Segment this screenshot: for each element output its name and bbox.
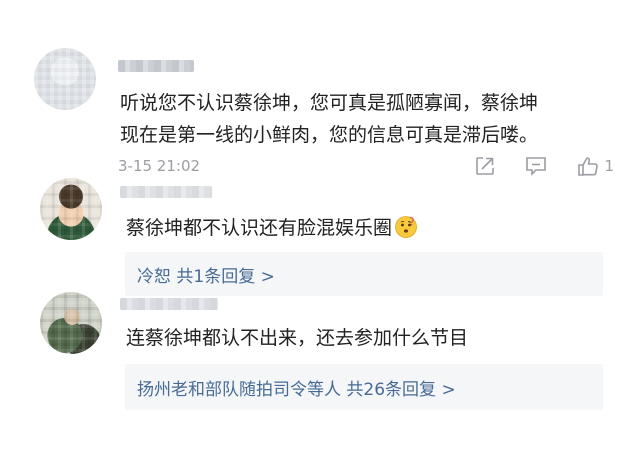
avatar[interactable] — [40, 178, 102, 240]
username-blurred[interactable] — [118, 60, 194, 72]
username-blurred[interactable] — [120, 186, 212, 198]
comment-line: 现在是第一线的小鲜肉，您的信息可真是滞后喽。 — [120, 124, 539, 146]
like-count: 1 — [604, 157, 614, 175]
like-button[interactable]: 1 — [576, 155, 614, 177]
comment-timestamp: 3-15 21:02 — [118, 157, 201, 175]
like-icon — [578, 157, 599, 176]
username-blurred[interactable] — [120, 298, 218, 310]
comment-text: 蔡徐坤都不认识还有脸混娱乐圈 — [126, 212, 418, 244]
comment-icon — [526, 157, 547, 176]
comment-line: 听说您不认识蔡徐坤，您可真是孤陋寡闻，蔡徐坤 — [120, 92, 539, 114]
comment-text: 连蔡徐坤都认不出来，还去参加什么节目 — [126, 327, 469, 349]
reply-summary[interactable]: 冷恕 共1条回复 > — [125, 252, 603, 296]
reply-summary-link[interactable]: 冷恕 共1条回复 > — [137, 262, 275, 287]
comment-line: 蔡徐坤都不认识还有脸混娱乐圈 — [126, 217, 393, 239]
comment-actions: 1 — [474, 155, 614, 177]
thinking-face-icon — [395, 216, 417, 238]
share-button[interactable] — [474, 155, 496, 177]
share-icon — [476, 157, 495, 175]
reply-summary[interactable]: 扬州老和部队随拍司令等人 共26条回复 > — [125, 364, 603, 410]
reply-button[interactable] — [524, 155, 548, 177]
avatar[interactable] — [34, 48, 96, 110]
comment-text: 听说您不认识蔡徐坤，您可真是孤陋寡闻，蔡徐坤 现在是第一线的小鲜肉，您的信息可真… — [120, 87, 538, 151]
reply-summary-link[interactable]: 扬州老和部队随拍司令等人 共26条回复 > — [137, 375, 456, 400]
avatar[interactable] — [40, 292, 102, 354]
